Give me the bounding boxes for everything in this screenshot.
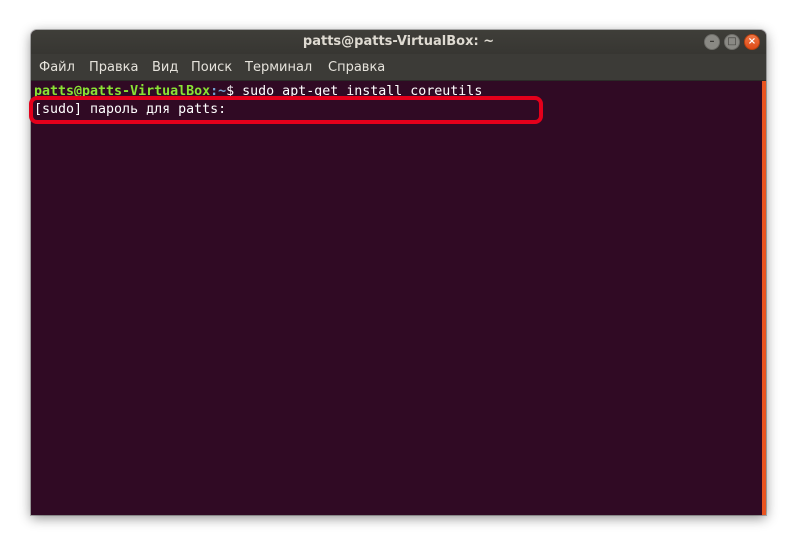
menu-file[interactable]: Файл <box>39 60 75 76</box>
menu-terminal[interactable]: Терминал <box>245 60 312 76</box>
minimize-icon: – <box>709 36 715 47</box>
menu-bar: Файл Правка Вид Поиск Терминал Справка <box>31 54 766 81</box>
menu-help[interactable]: Справка <box>328 60 385 76</box>
menu-edit[interactable]: Правка <box>89 60 138 76</box>
close-button[interactable]: × <box>744 34 760 50</box>
maximize-icon: □ <box>727 36 737 47</box>
scrollbar[interactable] <box>762 81 766 515</box>
terminal-output[interactable]: patts@patts-VirtualBox:~$ sudo apt-get i… <box>31 81 766 515</box>
minimize-button[interactable]: – <box>704 34 720 50</box>
close-icon: × <box>747 36 757 47</box>
menu-view[interactable]: Вид <box>152 60 178 76</box>
title-bar[interactable]: patts@patts-VirtualBox: ~ – □ × <box>31 30 766 54</box>
window-title: patts@patts-VirtualBox: ~ <box>302 34 495 49</box>
maximize-button[interactable]: □ <box>724 34 740 50</box>
menu-search[interactable]: Поиск <box>191 60 232 76</box>
highlight-annotation <box>29 96 543 124</box>
